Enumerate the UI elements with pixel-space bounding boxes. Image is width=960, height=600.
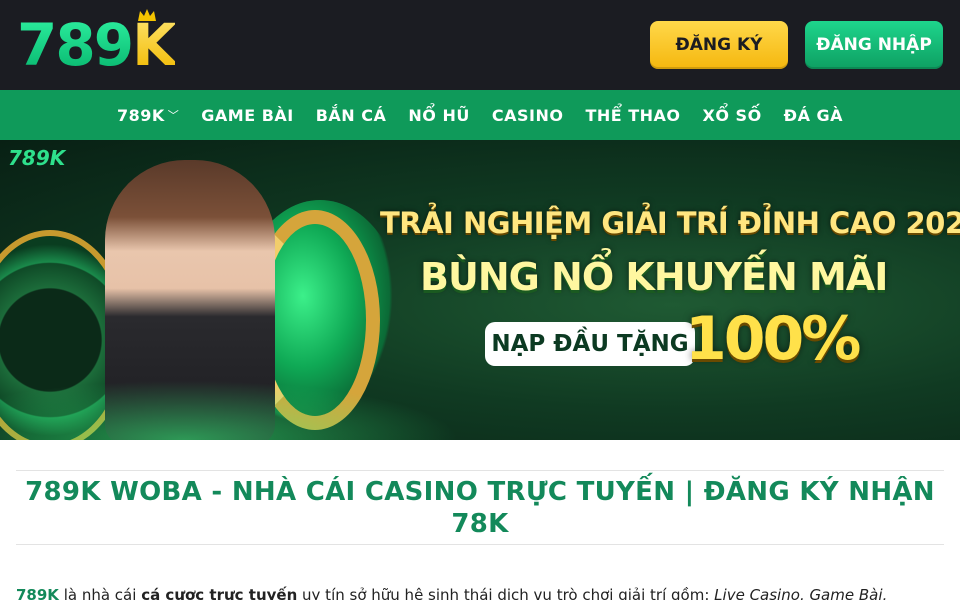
- register-button[interactable]: ĐĂNG KÝ: [650, 21, 788, 69]
- nav-item-da-ga[interactable]: ĐÁ GÀ: [773, 106, 854, 125]
- nav-item-xo-so[interactable]: XỔ SỐ: [692, 106, 773, 125]
- page-title: 789K WOBA - NHÀ CÁI CASINO TRỰC TUYẾN | …: [25, 477, 935, 539]
- nav-item-label: ĐÁ GÀ: [783, 105, 844, 125]
- banner-headline: TRẢI NGHIỆM GIẢI TRÍ ĐỈNH CAO 2026: [380, 206, 960, 240]
- nav-item-game-bai[interactable]: GAME BÀI: [190, 106, 304, 125]
- nav-item-no-hu[interactable]: NỔ HŨ: [397, 106, 480, 125]
- nav-item-label: NỔ HŨ: [408, 105, 470, 125]
- top-header: 789 K ĐĂNG KÝ ĐĂNG NHẬP: [0, 0, 960, 90]
- main-nav: 789K ﹀ GAME BÀI BẮN CÁ NỔ HŨ CASINO THỂ …: [0, 90, 960, 140]
- intro-text-1: là nhà cái: [58, 586, 142, 600]
- chevron-down-icon: ﹀: [167, 109, 180, 122]
- auth-buttons: ĐĂNG KÝ ĐĂNG NHẬP: [650, 21, 943, 69]
- crown-icon: [138, 9, 157, 21]
- nav-item-label: 789K: [116, 105, 165, 125]
- logo-digits: 789: [17, 11, 134, 79]
- banner-logo: 789K: [8, 146, 65, 170]
- nav-item-label: CASINO: [491, 105, 564, 125]
- nav-item-label: THỂ THAO: [585, 105, 681, 125]
- nav-item-label: XỔ SỐ: [702, 105, 762, 125]
- banner-subheadline: BÙNG NỔ KHUYẾN MÃI: [420, 255, 888, 299]
- banner-deposit-pill: NẠP ĐẦU TẶNG: [485, 322, 695, 366]
- nav-item-label: GAME BÀI: [201, 105, 294, 125]
- banner-percent: 100%: [685, 304, 861, 374]
- nav-item-789k[interactable]: 789K ﹀: [106, 106, 190, 125]
- intro-em: Live Casino, Game Bài,: [714, 586, 888, 600]
- nav-item-ban-ca[interactable]: BẮN CÁ: [305, 106, 398, 125]
- site-logo[interactable]: 789 K: [17, 9, 175, 79]
- intro-strong: cá cược trực tuyến: [141, 586, 298, 600]
- intro-text-2: uy tín sở hữu hệ sinh thái dịch vụ trò c…: [297, 586, 715, 600]
- article: 789K WOBA - NHÀ CÁI CASINO TRỰC TUYẾN | …: [0, 470, 960, 600]
- brand-link[interactable]: 789K: [16, 586, 59, 600]
- logo-k-letter: K: [132, 11, 176, 79]
- nav-item-label: BẮN CÁ: [315, 105, 387, 125]
- nav-item-the-thao[interactable]: THỂ THAO: [574, 106, 691, 125]
- intro-paragraph: 789K là nhà cái cá cược trực tuyến uy tí…: [16, 585, 944, 600]
- login-button[interactable]: ĐĂNG NHẬP: [805, 21, 943, 69]
- title-box: 789K WOBA - NHÀ CÁI CASINO TRỰC TUYẾN | …: [16, 470, 944, 545]
- banner-logo-digits: 789: [8, 146, 50, 170]
- glow-effect: [0, 380, 460, 440]
- logo-k: K: [132, 9, 175, 75]
- nav-item-casino[interactable]: CASINO: [481, 106, 575, 125]
- banner-logo-k: K: [49, 146, 66, 170]
